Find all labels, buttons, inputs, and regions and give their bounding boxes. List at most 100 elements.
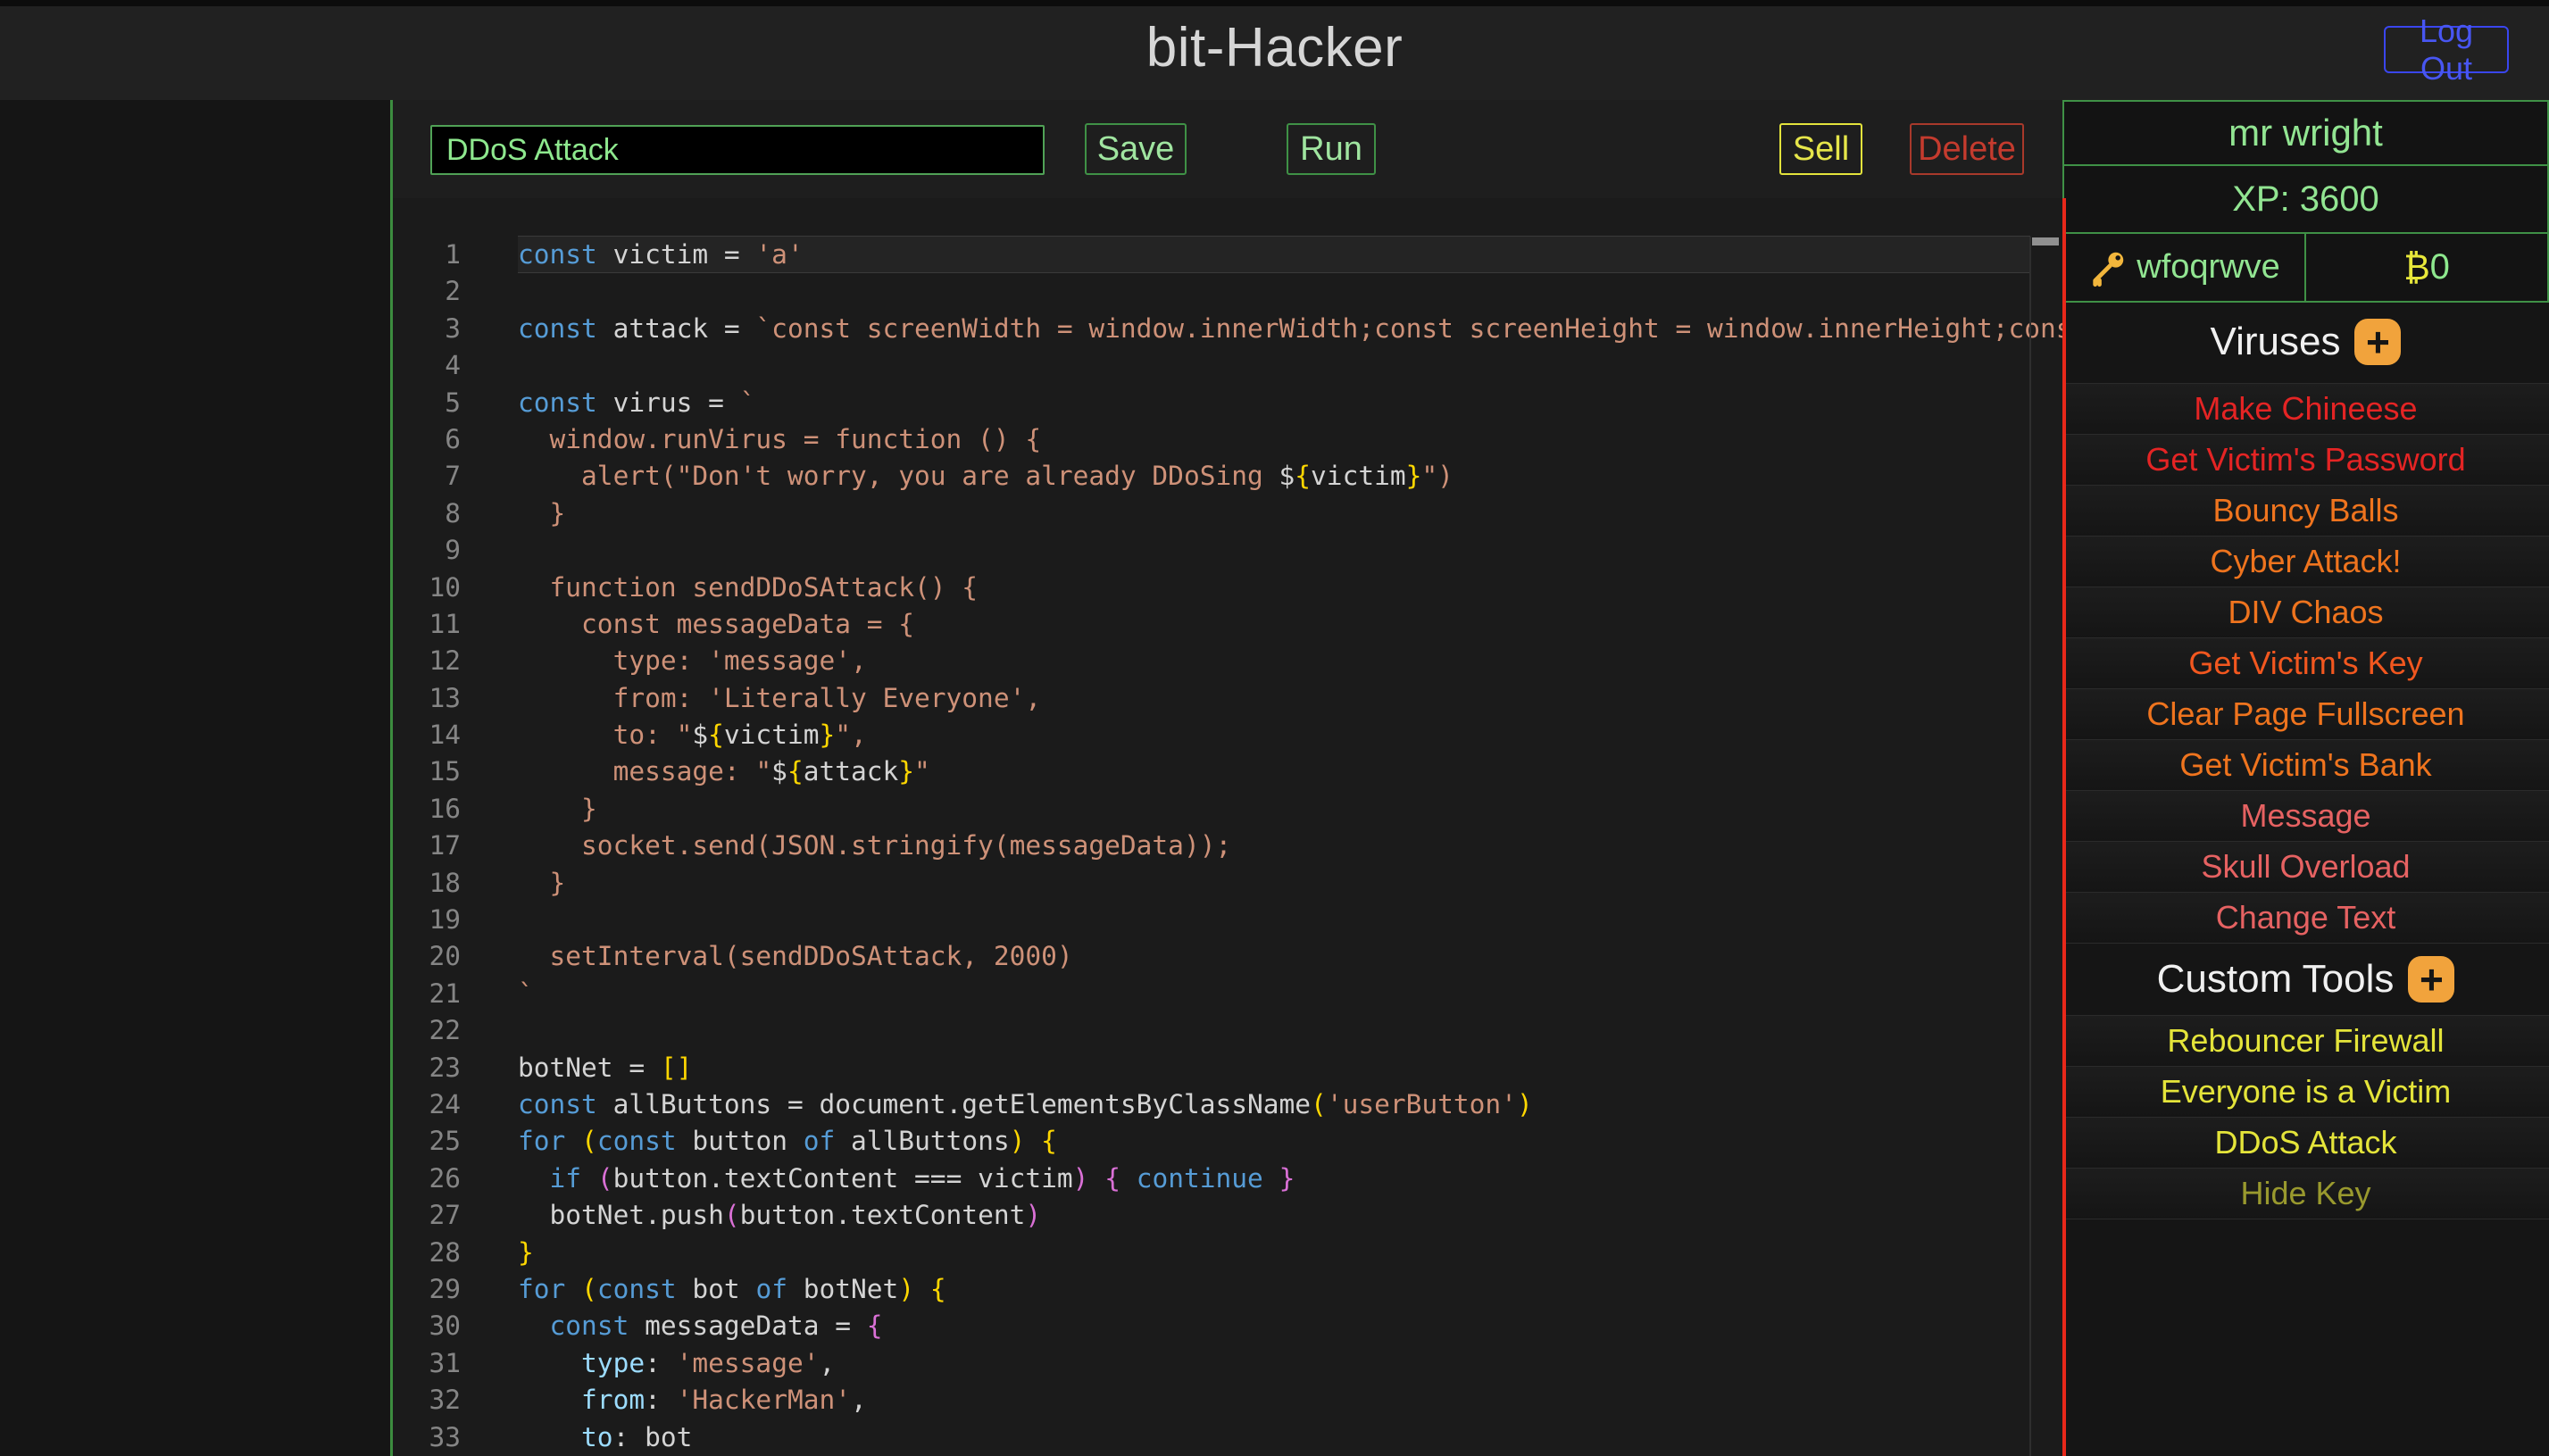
code-line[interactable]: 30 const messageData = { — [393, 1308, 2062, 1344]
code-line[interactable]: 6 window.runVirus = function () { — [393, 421, 2062, 458]
code-line[interactable]: 5const virus = ` — [393, 385, 2062, 421]
code-line[interactable]: 32 from: 'HackerMan', — [393, 1382, 2062, 1419]
code-text: } — [518, 791, 2062, 828]
code-line[interactable]: 12 type: 'message', — [393, 643, 2062, 679]
delete-button[interactable]: Delete — [1910, 123, 2024, 175]
virus-item-label: DIV Chaos — [2228, 594, 2383, 631]
line-number: 31 — [393, 1345, 461, 1382]
custom-tool-item[interactable]: Rebouncer Firewall — [2062, 1015, 2549, 1066]
code-line[interactable]: 17 socket.send(JSON.stringify(messageDat… — [393, 828, 2062, 864]
scrollbar-thumb[interactable] — [2032, 237, 2059, 245]
code-line[interactable]: 18 } — [393, 865, 2062, 902]
code-line[interactable]: 11 const messageData = { — [393, 606, 2062, 643]
line-number: 32 — [393, 1382, 461, 1419]
code-line[interactable]: 7 alert("Don't worry, you are already DD… — [393, 458, 2062, 495]
line-number: 7 — [393, 458, 461, 495]
virus-item[interactable]: Get Victim's Bank — [2062, 739, 2549, 790]
top-bar: bit-Hacker Log Out — [0, 0, 2549, 100]
save-button[interactable]: Save — [1085, 123, 1187, 175]
code-lines: 1const victim = 'a'23const attack = `con… — [393, 237, 2062, 1456]
virus-item[interactable]: Get Victim's Password — [2062, 434, 2549, 485]
logout-button[interactable]: Log Out — [2384, 26, 2509, 73]
code-line[interactable]: 2 — [393, 273, 2062, 310]
line-number: 28 — [393, 1235, 461, 1271]
code-line[interactable]: 13 from: 'Literally Everyone', — [393, 680, 2062, 717]
virus-item[interactable]: Make Chineese — [2062, 383, 2549, 434]
custom-tools-list: Rebouncer Firewall Everyone is a Victim DD… — [2062, 1015, 2549, 1219]
custom-tool-item[interactable]: Everyone is a Victim — [2062, 1066, 2549, 1117]
virus-name-input[interactable] — [430, 125, 1045, 175]
line-number: 19 — [393, 902, 461, 938]
code-line[interactable]: 25for (const button of allButtons) { — [393, 1123, 2062, 1160]
code-text: for (const button of allButtons) { — [518, 1123, 2062, 1160]
bitcoin-symbol: ₿ — [2403, 247, 2430, 288]
code-text: } — [518, 1235, 2062, 1271]
code-line[interactable]: 9 — [393, 532, 2062, 569]
custom-tool-item[interactable]: DDoS Attack — [2062, 1117, 2549, 1168]
virus-item[interactable]: Get Victim's Key — [2062, 637, 2549, 688]
virus-item[interactable]: Change Text — [2062, 892, 2549, 943]
code-line[interactable]: 26 if (button.textContent === victim) { … — [393, 1161, 2062, 1197]
code-line[interactable]: 28} — [393, 1235, 2062, 1271]
code-text: socket.send(JSON.stringify(messageData))… — [518, 828, 2062, 864]
line-number: 12 — [393, 643, 461, 679]
code-line[interactable]: 1const victim = 'a' — [393, 237, 2062, 273]
code-text: from: 'HackerMan', — [518, 1382, 2062, 1419]
custom-tools-title: Custom Tools — [2157, 957, 2395, 1002]
code-text: setInterval(sendDDoSAttack, 2000) — [518, 938, 2062, 975]
run-button[interactable]: Run — [1287, 123, 1376, 175]
code-line[interactable]: 4 — [393, 347, 2062, 384]
line-number: 17 — [393, 828, 461, 864]
code-editor[interactable]: 1const victim = 'a'23const attack = `con… — [393, 198, 2062, 1456]
add-custom-tool-button[interactable]: + — [2408, 956, 2454, 1003]
virus-item[interactable]: Clear Page Fullscreen — [2062, 688, 2549, 739]
line-number: 4 — [393, 347, 461, 384]
line-number: 8 — [393, 495, 461, 532]
virus-item[interactable]: Bouncy Balls — [2062, 485, 2549, 536]
line-number: 11 — [393, 606, 461, 643]
code-text: type: 'message', — [518, 643, 2062, 679]
line-number: 15 — [393, 753, 461, 790]
code-line[interactable]: 8 } — [393, 495, 2062, 532]
code-text: message: "${attack}" — [518, 753, 2062, 790]
code-line[interactable]: 24const allButtons = document.getElement… — [393, 1086, 2062, 1123]
virus-item[interactable]: Skull Overload — [2062, 841, 2549, 892]
code-text — [518, 273, 2062, 310]
code-line[interactable]: 15 message: "${attack}" — [393, 753, 2062, 790]
line-number: 2 — [393, 273, 461, 310]
sell-button[interactable]: Sell — [1779, 123, 1862, 175]
custom-tools-header: Custom Tools + — [2062, 943, 2549, 1015]
line-number: 13 — [393, 680, 461, 717]
virus-item-label: Cyber Attack! — [2210, 543, 2401, 580]
virus-item[interactable]: Cyber Attack! — [2062, 536, 2549, 587]
code-text: type: 'message', — [518, 1345, 2062, 1382]
line-number: 1 — [393, 237, 461, 273]
code-line[interactable]: 31 type: 'message', — [393, 1345, 2062, 1382]
custom-tool-item-label: DDoS Attack — [2214, 1124, 2396, 1161]
code-line[interactable]: 20 setInterval(sendDDoSAttack, 2000) — [393, 938, 2062, 975]
virus-item[interactable]: DIV Chaos — [2062, 587, 2549, 637]
code-line[interactable]: 10 function sendDDoSAttack() { — [393, 570, 2062, 606]
code-line[interactable]: 22 — [393, 1012, 2062, 1049]
custom-tool-item[interactable]: Hide Key — [2062, 1168, 2549, 1219]
virus-item[interactable]: Message — [2062, 790, 2549, 841]
code-line[interactable]: 33 to: bot — [393, 1419, 2062, 1456]
code-line[interactable]: 29for (const bot of botNet) { — [393, 1271, 2062, 1308]
add-virus-button[interactable]: + — [2354, 319, 2401, 365]
custom-tool-item-label: Rebouncer Firewall — [2167, 1022, 2444, 1060]
code-line[interactable]: 14 to: "${victim}", — [393, 717, 2062, 753]
line-number: 10 — [393, 570, 461, 606]
code-line[interactable]: 27 botNet.push(button.textContent) — [393, 1197, 2062, 1234]
code-line[interactable]: 23botNet = [] — [393, 1050, 2062, 1086]
code-text — [518, 902, 2062, 938]
virus-item-label: Make Chineese — [2194, 390, 2417, 428]
code-text: function sendDDoSAttack() { — [518, 570, 2062, 606]
line-number: 30 — [393, 1308, 461, 1344]
virus-item-label: Change Text — [2216, 899, 2395, 936]
code-line[interactable]: 3const attack = `const screenWidth = win… — [393, 311, 2062, 347]
line-number: 29 — [393, 1271, 461, 1308]
code-line[interactable]: 19 — [393, 902, 2062, 938]
line-number: 3 — [393, 311, 461, 347]
code-line[interactable]: 21` — [393, 976, 2062, 1012]
code-line[interactable]: 16 } — [393, 791, 2062, 828]
